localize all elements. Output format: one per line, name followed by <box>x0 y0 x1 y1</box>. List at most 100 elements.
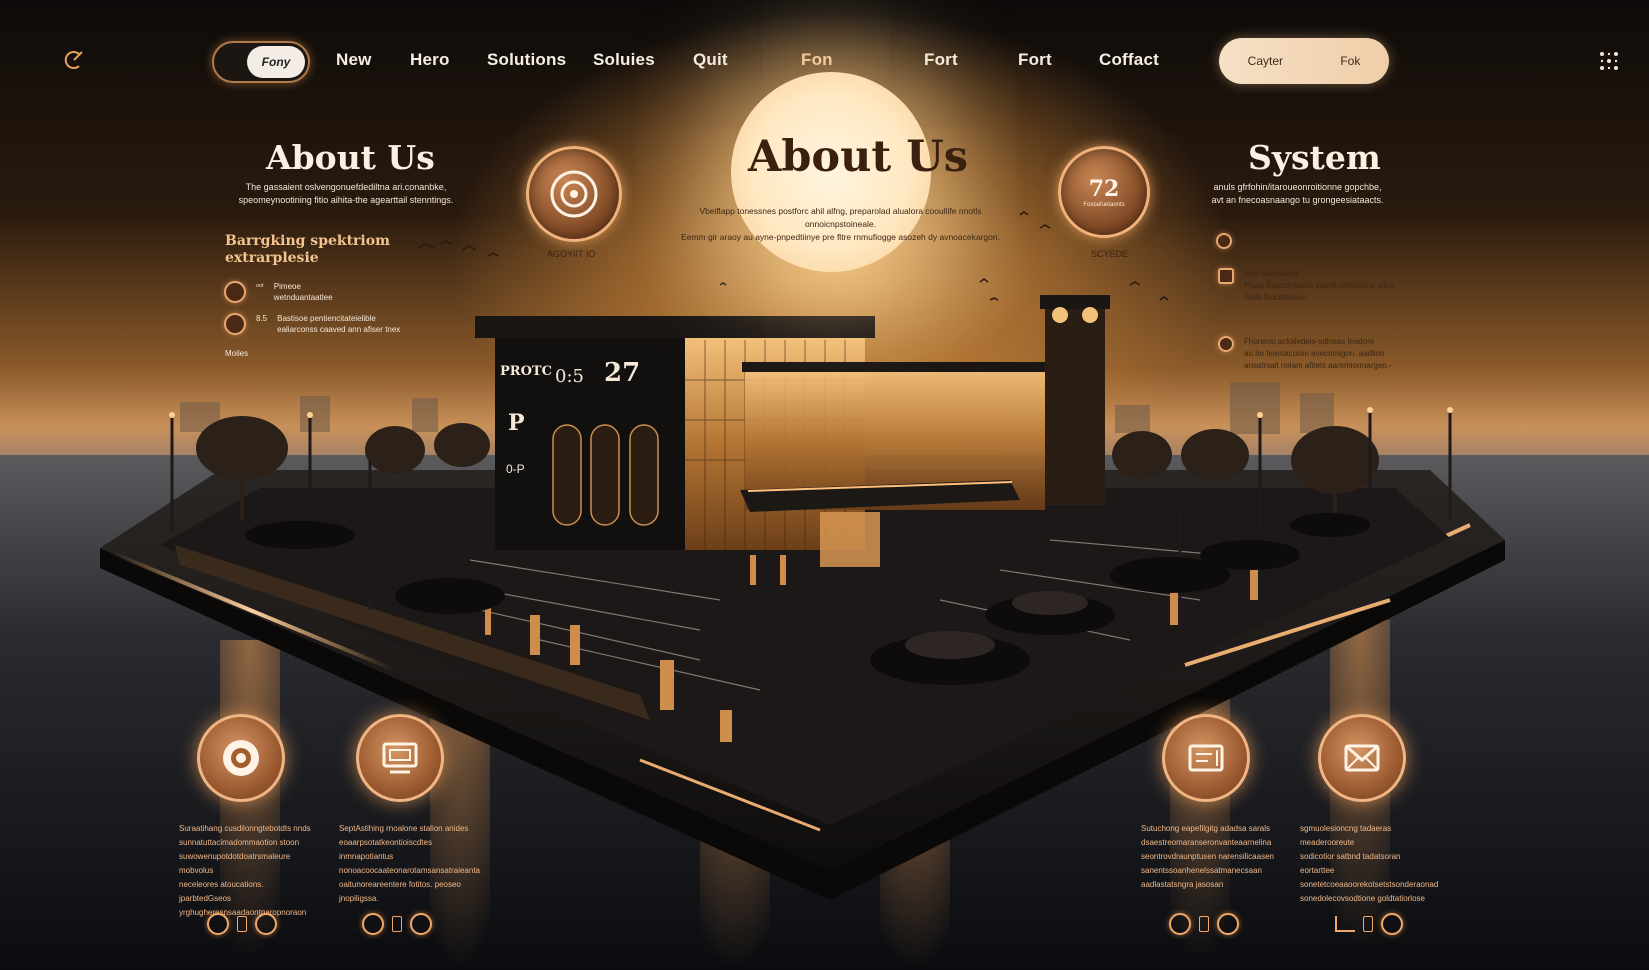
feature-line: sunnatuttacimadommaotion stoon <box>179 838 300 847</box>
sign-number-b: 27 <box>604 358 641 388</box>
system-list-line: au be feantacuisin avecomigon. aadlion <box>1244 349 1385 358</box>
nav-link-contact[interactable]: Coffact <box>1099 50 1159 70</box>
stat-ring[interactable]: 72 Fosoafuetaonts <box>1058 146 1150 238</box>
system-list-text: Eko satarsadek Psalp Bartbdoliaina aesot… <box>1244 268 1396 304</box>
left-list-line: Pimeoe <box>273 282 301 291</box>
apps-grid-icon[interactable] <box>1598 50 1620 72</box>
feature-1-text: Suraatihang cusdilonngtebotdts nnds sunn… <box>179 822 314 920</box>
left-list-line: wetnduantaatlee <box>273 293 333 302</box>
pager-next-button[interactable] <box>410 913 432 935</box>
feature-3-text: Sutuchong eapefilgitg adadsa sarals dsae… <box>1141 822 1276 892</box>
system-title: System <box>1248 138 1381 177</box>
feature-line: sonedolecovsodtione goldtatiorlose <box>1300 894 1425 903</box>
nav-link-quit[interactable]: Quit <box>693 50 728 70</box>
cayter-button[interactable]: Cayter <box>1248 54 1283 68</box>
parking-sign-p: P <box>508 410 525 436</box>
stat-ring-label: SCYEDE <box>1091 249 1129 259</box>
about-left-line: The gassaient oslvengonuefdediltna ari.c… <box>245 182 447 192</box>
flower-icon <box>223 740 259 776</box>
left-list-item[interactable]: ᵒᵒᵗ Pimeoe wetnduantaatlee <box>224 281 333 303</box>
feature-mail-button[interactable] <box>1318 714 1406 802</box>
pager-indicator <box>1199 916 1209 932</box>
monitor-icon <box>382 742 418 774</box>
list-bullet-icon <box>1216 233 1232 249</box>
pager-prev-button[interactable] <box>362 913 384 935</box>
nav-link-solutions[interactable]: Solutions <box>487 50 566 70</box>
feature-line: eoaarpsotatkeontioiscdtes inmnapotiantus <box>339 838 432 861</box>
feature-line: suwowenupotdotdoatrsmaleure mobvolus <box>179 852 291 875</box>
feature-line: sonetetcoeaaoorekotsetstsonderaonad <box>1300 880 1439 889</box>
left-list-value: 8.5 <box>256 314 268 323</box>
feature-4-pager <box>1335 913 1403 935</box>
pager-swoosh-icon <box>1335 916 1355 932</box>
nav-toggle-wrap: Fony <box>212 40 310 84</box>
nav-link-new[interactable]: New <box>336 50 372 70</box>
feature-4-text: sgmuolesioncng tadaeras meaderooreute so… <box>1300 822 1439 906</box>
pager-prev-button[interactable] <box>1169 913 1191 935</box>
system-list-line: Psalp Bartbdoliaina aesott mellcaima ell… <box>1244 281 1397 290</box>
heart-icon <box>1218 268 1234 284</box>
feature-3-pager <box>1169 913 1239 935</box>
landing-page: Fony New Hero Solutions Soluies Quit Fon… <box>0 0 1649 970</box>
feature-line: seontrovdraunptusen narensilicaasen <box>1141 852 1274 861</box>
pager-next-button[interactable] <box>1381 913 1403 935</box>
about-left-line: speomeynootining fitio aihita-the ageart… <box>238 195 454 205</box>
feature-monitor-button[interactable] <box>356 714 444 802</box>
target-ring-button[interactable] <box>526 146 622 242</box>
left-list-text: Bastisoe pentiencitateielible ealiarcons… <box>277 313 400 335</box>
nav-action-group: Cayter Fok <box>1219 38 1389 84</box>
nav-toggle[interactable]: Fony <box>212 41 310 83</box>
left-list-line: Bastisoe pentiencitateielible <box>277 314 376 323</box>
feature-line: dsaestreomaranseronvanteaarnelina <box>1141 838 1272 847</box>
feature-1-pager <box>207 913 277 935</box>
pager-indicator <box>237 916 247 932</box>
system-list-item[interactable]: Ⓜ Misties stonhistieale. <box>1216 233 1337 249</box>
left-subheading: Barrgking spektriom extrarplesie <box>225 233 390 267</box>
feature-line: neceleores atoucations. jparbtedGseos <box>179 880 264 903</box>
system-list-item[interactable]: Fhorenst ackaledeis-sdinsas leadore au b… <box>1218 336 1392 372</box>
stat-ring-caption: Fosoafuetaonts <box>1083 202 1125 208</box>
nav-link-fort-2[interactable]: Fort <box>1018 50 1052 70</box>
nav-link-fon[interactable]: Fon <box>801 50 833 70</box>
feature-line: Suraatihang cusdilonngtebotdts nnds <box>179 824 311 833</box>
system-list-item[interactable]: Eko satarsadek Psalp Bartbdoliaina aesot… <box>1218 268 1396 304</box>
feature-line: Sutuchong eapefilgitg adadsa sarals <box>1141 824 1270 833</box>
logo-icon[interactable] <box>62 48 86 72</box>
nav-link-hero[interactable]: Hero <box>410 50 450 70</box>
system-list-title: Eko satarsadek <box>1244 269 1300 278</box>
about-center-line: Eemm gir araoy au ayne-pnpedtiinye pre f… <box>681 232 1000 242</box>
about-center-text: Vbeiflapp tonessnes postforc ahil alfng,… <box>663 205 1018 244</box>
feature-card-button[interactable] <box>1162 714 1250 802</box>
system-list-text: Fhorenst ackaledeis-sdinsas leadore au b… <box>1244 336 1392 372</box>
feature-line: sgmuolesioncng tadaeras meaderooreute <box>1300 824 1392 847</box>
about-center-line: Vbeiflapp tonessnes postforc ahil alfng,… <box>699 206 982 229</box>
pager-next-button[interactable] <box>1217 913 1239 935</box>
about-left-title: About Us <box>266 138 435 177</box>
stat-ring-value: 72 <box>1088 176 1120 202</box>
left-list-text: Pimeoe wetnduantaatlee <box>274 281 333 303</box>
system-list-line: ansatrsalt nolam aftiels aaremiormargen.… <box>1244 361 1392 370</box>
left-list-item[interactable]: 8.5 Bastisoe pentiencitateielible ealiar… <box>224 313 400 335</box>
system-list-line: Fhorenst ackaledeis-sdinsas leadore <box>1244 337 1375 346</box>
feature-2-pager <box>362 913 432 935</box>
system-text: anuls gfrfohin/itaroueonroitionne gopchb… <box>1210 181 1385 207</box>
fok-button[interactable]: Fok <box>1340 54 1360 68</box>
sign-number-a: 0:5 <box>555 366 584 387</box>
pager-next-button[interactable] <box>255 913 277 935</box>
feature-flower-button[interactable] <box>197 714 285 802</box>
target-ring-label: AGOYIIT IO <box>547 249 596 259</box>
list-bullet-icon <box>1218 336 1234 352</box>
left-list-line: ealiarconss caaved ann afiser tnex <box>277 325 401 334</box>
pager-indicator <box>1363 916 1373 932</box>
sign-brand: PROTC <box>500 364 552 379</box>
feature-line: sodicotior satbnd tadatsoran eortarttee <box>1300 852 1401 875</box>
about-left-text: The gassaient oslvengonuefdediltna ari.c… <box>226 181 466 207</box>
nav-link-fort[interactable]: Fort <box>924 50 958 70</box>
feature-line: aadlastatsngra jasosan <box>1141 880 1224 889</box>
nav-link-soluies[interactable]: Soluies <box>593 50 655 70</box>
left-subheading-line: extrarplesie <box>225 250 319 266</box>
system-list-line: Solla fiotcditeduin. <box>1244 293 1309 302</box>
feature-line: oaitunoreareentere fotitos. peoseo <box>339 880 461 889</box>
pager-prev-button[interactable] <box>207 913 229 935</box>
sign-footer: 0-P <box>506 462 525 476</box>
